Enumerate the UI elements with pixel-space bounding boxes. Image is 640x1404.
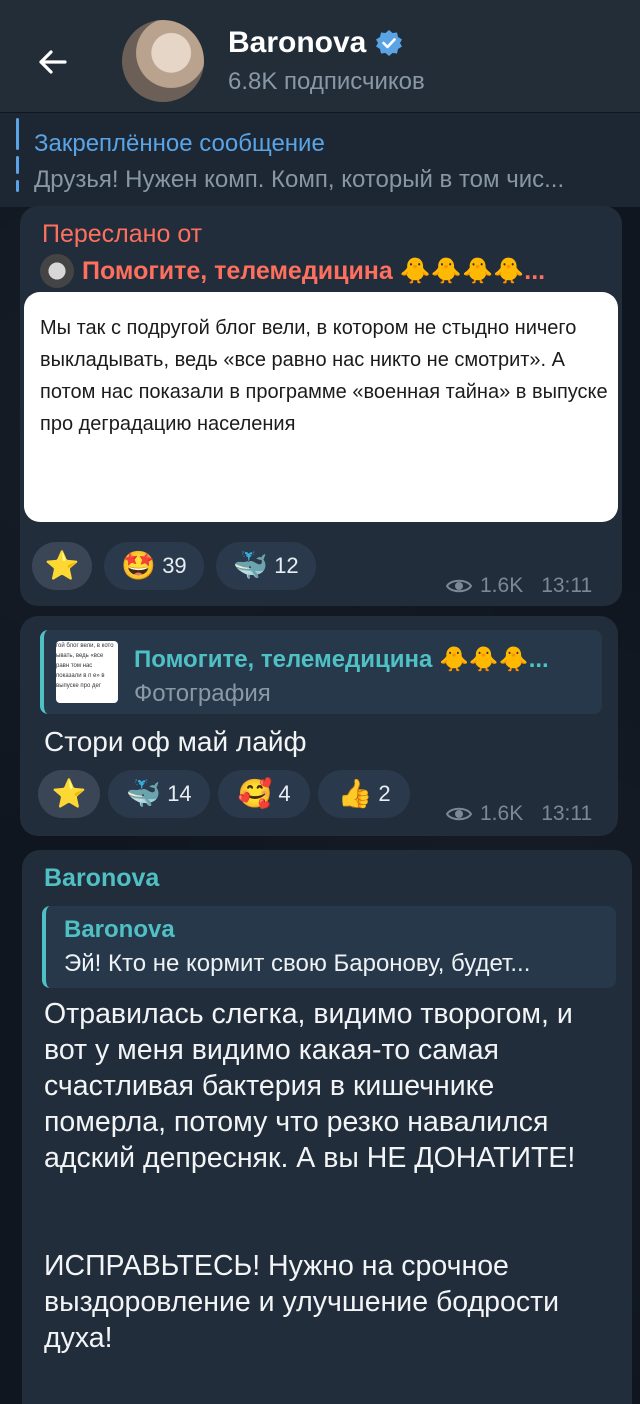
back-arrow-icon [39,50,67,74]
image-caption-text: Мы так с подругой блог вели, в котором н… [40,317,608,435]
reaction-starstruck[interactable]: 🤩 39 [104,542,204,590]
reaction-count: 4 [278,781,291,806]
reaction-count: 39 [162,553,187,578]
smiling-hearts-icon: 🥰 [237,778,273,809]
eye-icon [446,579,472,593]
reply-type: Фотография [134,680,271,707]
star-icon: ⭐ [51,778,87,809]
pinned-indicator [16,118,19,192]
back-button[interactable] [28,38,76,86]
reaction-whale[interactable]: 🐳 12 [216,542,316,590]
forwarded-source[interactable]: Помогите, телемедицина 🐥🐥🐥🐥... [40,254,545,288]
reply-author: Помогите, телемедицина 🐥🐥🐥... [134,646,549,673]
subscriber-count: 6.8K подписчиков [228,68,425,95]
reaction-count: 12 [274,553,299,578]
view-count: 1.6K [480,802,524,825]
reaction-thumbs-up[interactable]: 👍 2 [318,770,410,818]
forwarded-label: Переслано от [42,220,203,248]
source-avatar [40,254,74,288]
message-text: Стори оф май лайф [44,726,307,757]
channel-title[interactable]: Baronova [228,26,404,60]
thumbs-up-icon: 👍 [337,778,373,809]
reply-text: Эй! Кто не кормит свою Баронову, будет..… [64,950,531,977]
eye-icon [446,807,472,821]
pinned-text: Друзья! Нужен комп. Комп, который в том … [34,166,565,193]
message-text: Отравилась слегка, видимо творогом, и во… [44,998,576,1174]
message-text: ИСПРАВЬТЕСЬ! Нужно на срочное выздоровле… [44,1250,560,1354]
message-time: 13:11 [541,574,593,597]
view-count: 1.6K [480,574,524,597]
reaction-count: 14 [167,781,192,806]
channel-name: Baronova [228,26,367,59]
reaction-star[interactable]: ⭐ [32,542,92,590]
reaction-love[interactable]: 🥰 4 [218,770,310,818]
reaction-star[interactable]: ⭐ [38,770,100,818]
reply-author: Baronova [64,916,175,943]
star-icon: ⭐ [44,550,80,581]
reaction-whale[interactable]: 🐳 14 [108,770,210,818]
forwarded-source-name: Помогите, телемедицина 🐥🐥🐥🐥... [82,256,546,285]
whale-icon: 🐳 [126,778,162,809]
reply-thumbnail-text: гой блог вели, в кото ывать, ведь «все р… [56,643,114,689]
whale-icon: 🐳 [233,550,269,581]
verified-icon [376,30,403,56]
reply-thumbnail: гой блог вели, в кото ывать, ведь «все р… [56,641,118,703]
reaction-count: 2 [378,781,391,806]
chat-header: Baronova 6.8K подписчиков [0,0,640,112]
message-meta: 1.6K 13:11 [446,802,592,826]
starstruck-icon: 🤩 [121,550,157,581]
message-author: Baronova [44,864,160,892]
avatar[interactable] [122,20,204,102]
pinned-title: Закреплённое сообщение [34,130,325,157]
message-time: 13:11 [541,802,593,825]
message-meta: 1.6K 13:11 [446,574,592,598]
